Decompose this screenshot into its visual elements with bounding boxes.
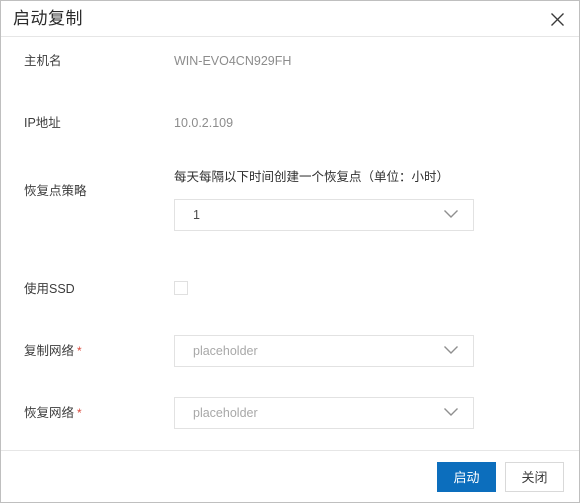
close-dialog-button[interactable]: 关闭 xyxy=(505,461,564,492)
recovery-point-policy-description: 每天每隔以下时间创建一个恢复点（单位：小时） xyxy=(174,170,450,184)
chevron-down-icon xyxy=(443,404,459,422)
form-row-use-ssd: 使用SSD xyxy=(1,281,579,297)
ip-address-value: 10.0.2.109 xyxy=(174,116,234,130)
recovery-network-label-text: 恢复网络 xyxy=(24,406,75,420)
form-row-replication-network: 复制网络 * placeholder xyxy=(1,335,579,367)
hostname-label: 主机名 xyxy=(24,54,62,68)
dialog-footer: 启动 关闭 xyxy=(1,451,579,502)
form-row-recovery-network: 恢复网络 * placeholder xyxy=(1,397,579,429)
dialog-title: 启动复制 xyxy=(13,9,83,28)
recovery-network-label: 恢复网络 * xyxy=(1,397,174,421)
dialog-header: 启动复制 xyxy=(1,1,579,37)
required-marker: * xyxy=(77,406,82,420)
recovery-point-policy-label: 恢复点策略 xyxy=(24,184,87,198)
replication-network-value: placeholder xyxy=(193,344,258,358)
required-marker: * xyxy=(77,344,82,358)
close-button[interactable] xyxy=(535,1,579,37)
use-ssd-checkbox[interactable] xyxy=(174,281,188,295)
recovery-point-interval-value: 1 xyxy=(193,208,200,222)
close-icon xyxy=(550,12,565,27)
use-ssd-label: 使用SSD xyxy=(24,282,75,296)
recovery-point-interval-select[interactable]: 1 xyxy=(174,199,474,231)
replication-network-label-text: 复制网络 xyxy=(24,344,75,358)
start-replication-dialog: 启动复制 主机名 WIN-EVO4CN929FH IP地址 10.0.2.109 xyxy=(0,0,580,503)
recovery-network-select[interactable]: placeholder xyxy=(174,397,474,429)
dialog-body: 主机名 WIN-EVO4CN929FH IP地址 10.0.2.109 恢复点策… xyxy=(1,37,579,451)
hostname-value: WIN-EVO4CN929FH xyxy=(174,54,292,68)
replication-network-label: 复制网络 * xyxy=(1,335,174,359)
chevron-down-icon xyxy=(443,206,459,224)
chevron-down-icon xyxy=(443,342,459,360)
form-row-ip-address: IP地址 10.0.2.109 xyxy=(1,115,579,131)
replication-network-select[interactable]: placeholder xyxy=(174,335,474,367)
ip-address-label: IP地址 xyxy=(24,116,61,130)
start-button[interactable]: 启动 xyxy=(437,461,496,492)
form-row-hostname: 主机名 WIN-EVO4CN929FH xyxy=(1,53,579,69)
form-row-recovery-point-policy: 恢复点策略 每天每隔以下时间创建一个恢复点（单位：小时） 1 xyxy=(1,169,579,231)
recovery-network-value: placeholder xyxy=(193,406,258,420)
